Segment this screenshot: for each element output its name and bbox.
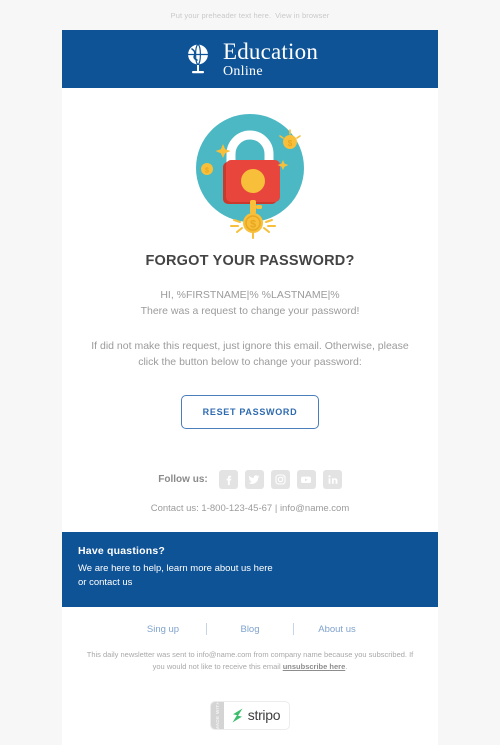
- padlock-with-key-icon: $ $ $: [196, 114, 304, 239]
- twitter-icon[interactable]: [244, 469, 264, 489]
- have-questions-line-2: or contact us: [78, 577, 133, 589]
- have-questions-text: We are here to help, learn more about us…: [78, 562, 422, 591]
- email-card: Education Online $ $ $ FORGOT YOUR PASSW…: [62, 30, 438, 745]
- stripo-badge-container: MADE WITH stripo: [62, 692, 438, 745]
- follow-us-label: Follow us:: [158, 473, 208, 485]
- logo-title: Education: [222, 38, 319, 64]
- unsubscribe-link[interactable]: unsubscribe here: [283, 662, 346, 671]
- page-title: FORGOT YOUR PASSWORD?: [145, 253, 355, 269]
- globe-icon: [186, 43, 209, 74]
- stripo-brand: stripo: [224, 702, 289, 729]
- made-with-tab: MADE WITH: [210, 701, 224, 729]
- cta-container: RESET PASSWORD: [62, 394, 438, 429]
- have-questions-title: Have quastions?: [78, 544, 166, 557]
- logo-wordmark: Education Online: [223, 40, 318, 79]
- footer-link-blog[interactable]: Blog: [207, 624, 293, 635]
- preheader: Put your preheader text here. View in br…: [0, 0, 500, 30]
- footer-link-about-us[interactable]: About us: [294, 624, 380, 635]
- stripo-badge[interactable]: MADE WITH stripo: [210, 701, 290, 729]
- fineprint-line-2-suffix: .: [345, 662, 348, 672]
- greeting-subline: There was a request to change your passw…: [140, 304, 360, 317]
- legal-fineprint: This daily newsletter was sent to info@n…: [85, 649, 415, 692]
- svg-text:$: $: [288, 139, 293, 148]
- view-in-browser-link[interactable]: View in browser: [275, 11, 329, 20]
- social-links: Follow us:: [62, 469, 438, 489]
- body-line-1: If did not make this request, just ignor…: [91, 340, 409, 353]
- greeting-line: HI, %FIRSTNAME|% %LASTNAME|%: [160, 288, 340, 301]
- have-questions-block: Have quastions? We are here to help, lea…: [62, 531, 438, 608]
- fineprint-line-2-prefix: would not like to receive this email: [166, 662, 283, 672]
- preheader-text: Put your preheader text here.: [170, 10, 272, 20]
- body-line-2: click the button below to change your pa…: [138, 356, 362, 369]
- svg-text:$: $: [250, 219, 256, 231]
- footer-link-sign-up[interactable]: Sing up: [120, 624, 206, 635]
- logo-subtitle: Online: [222, 63, 263, 79]
- greeting-paragraph: HI, %FIRSTNAME|% %LASTNAME|% There was a…: [82, 287, 418, 320]
- youtube-icon[interactable]: [296, 469, 316, 489]
- made-with-label: MADE WITH: [214, 701, 220, 729]
- email-header: Education Online: [62, 30, 438, 88]
- stripo-logo-icon: [232, 708, 243, 723]
- facebook-icon[interactable]: [218, 469, 238, 489]
- brand-logo[interactable]: Education Online: [182, 40, 318, 79]
- contact-info: Contact us: 1-800-123-45-67 | info@name.…: [150, 502, 350, 514]
- reset-password-button[interactable]: RESET PASSWORD: [180, 394, 320, 429]
- svg-text:$: $: [205, 168, 209, 175]
- body-paragraph: If did not make this request, just ignor…: [84, 338, 416, 371]
- instagram-icon[interactable]: [270, 469, 290, 489]
- have-questions-line-1: We are here to help, learn more about us…: [78, 562, 273, 574]
- linkedin-icon[interactable]: [322, 469, 342, 489]
- stripo-wordmark: stripo: [247, 707, 281, 724]
- footer-navigation: Sing up Blog About us: [62, 607, 438, 649]
- hero-illustration: $ $ $: [62, 88, 438, 240]
